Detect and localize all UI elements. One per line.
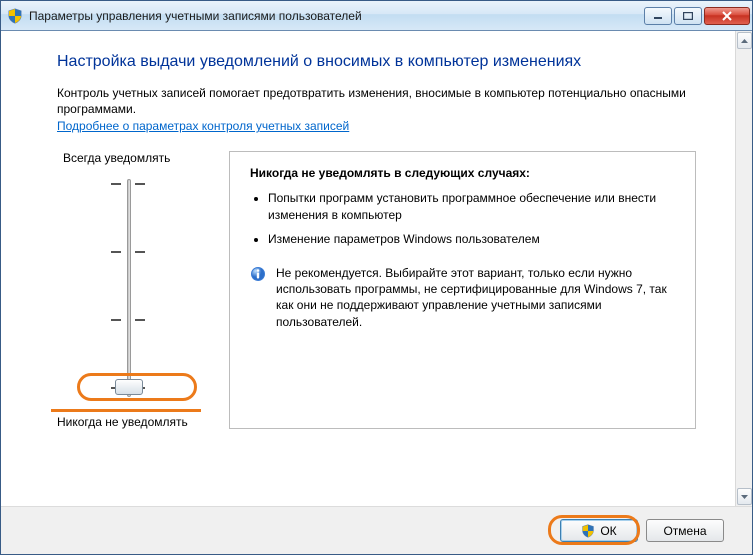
shield-icon bbox=[581, 524, 595, 538]
intro-text: Контроль учетных записей помогает предот… bbox=[57, 85, 696, 117]
slider-tick bbox=[135, 319, 145, 321]
scroll-up-button[interactable] bbox=[737, 32, 752, 49]
slider-tick bbox=[111, 183, 121, 185]
slider-tick bbox=[135, 251, 145, 253]
info-row: Не рекомендуется. Выбирайте этот вариант… bbox=[250, 265, 675, 330]
panel-bullet: Изменение параметров Windows пользовател… bbox=[268, 231, 675, 247]
info-icon bbox=[250, 266, 266, 282]
minimize-button[interactable] bbox=[644, 7, 672, 25]
page-title: Настройка выдачи уведомлений о вносимых … bbox=[57, 53, 696, 71]
titlebar[interactable]: Параметры управления учетными записями п… bbox=[1, 1, 752, 31]
info-text: Не рекомендуется. Выбирайте этот вариант… bbox=[276, 265, 675, 330]
footer: ОК Отмена bbox=[1, 506, 752, 554]
uac-settings-window: Параметры управления учетными записями п… bbox=[0, 0, 753, 555]
main-row: Всегда уведомлять Никогда bbox=[57, 151, 696, 429]
description-panel: Никогда не уведомлять в следующих случая… bbox=[229, 151, 696, 429]
content: Настройка выдачи уведомлений о вносимых … bbox=[1, 31, 752, 506]
learn-more-link[interactable]: Подробнее о параметрах контроля учетных … bbox=[57, 119, 349, 133]
slider-label-bottom: Никогда не уведомлять bbox=[57, 415, 207, 429]
slider-column: Всегда уведомлять Никогда bbox=[57, 151, 207, 429]
slider-tick bbox=[135, 183, 145, 185]
maximize-button[interactable] bbox=[674, 7, 702, 25]
panel-bullet-list: Попытки программ установить программное … bbox=[250, 190, 675, 247]
cancel-button[interactable]: Отмена bbox=[646, 519, 724, 542]
ok-button-label: ОК bbox=[600, 524, 616, 538]
cancel-button-label: Отмена bbox=[663, 524, 706, 538]
notification-slider[interactable] bbox=[75, 173, 207, 403]
panel-title: Никогда не уведомлять в следующих случая… bbox=[250, 166, 675, 180]
slider-track bbox=[127, 179, 131, 397]
window-title: Параметры управления учетными записями п… bbox=[29, 9, 362, 23]
annotation-underline bbox=[51, 409, 201, 412]
scroll-down-button[interactable] bbox=[737, 488, 752, 505]
ok-button[interactable]: ОК bbox=[560, 519, 638, 542]
shield-icon bbox=[7, 8, 23, 24]
panel-bullet: Попытки программ установить программное … bbox=[268, 190, 675, 222]
slider-tick bbox=[111, 251, 121, 253]
slider-thumb[interactable] bbox=[115, 379, 143, 395]
client-area: Настройка выдачи уведомлений о вносимых … bbox=[1, 31, 752, 554]
vertical-scrollbar[interactable] bbox=[735, 31, 752, 506]
close-button[interactable] bbox=[704, 7, 750, 25]
slider-label-top: Всегда уведомлять bbox=[63, 151, 207, 165]
slider-tick bbox=[111, 319, 121, 321]
